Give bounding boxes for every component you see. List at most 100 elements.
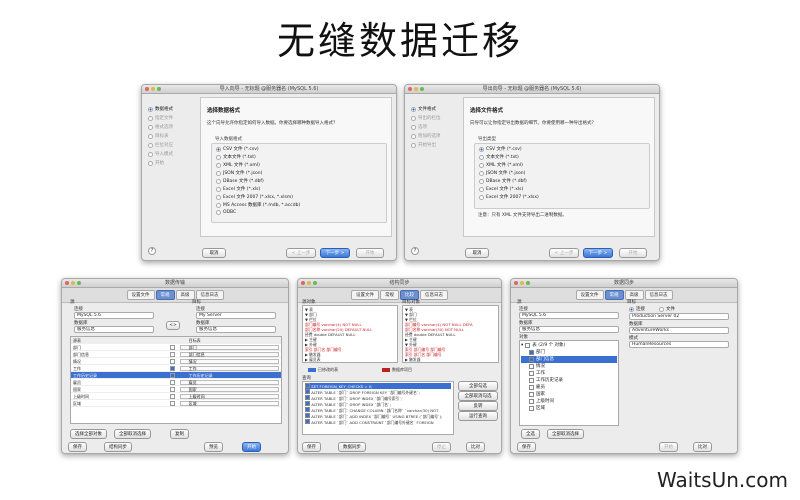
tab-log[interactable]: 信息日志 [644, 290, 673, 300]
table-row-selected[interactable]: 工作历史记录 工作历史记录 [71, 372, 281, 379]
checkbox-icon[interactable] [305, 407, 310, 412]
uncheck-all-button[interactable]: 全部取消勾选 [458, 391, 498, 401]
tab-log[interactable]: 信息日志 [420, 290, 448, 300]
source-structure-view[interactable]: ▼ 表 ▼ 部门 ▼ 栏位 部门编号 varchar(4) NOT NULL 部… [302, 305, 398, 363]
stop-button[interactable]: 停止 [432, 442, 451, 452]
chevron-down-icon[interactable]: ▾ [521, 342, 523, 349]
target-database-select[interactable]: 服务信息 [196, 326, 276, 333]
target-connection-select[interactable]: My Server [196, 312, 276, 319]
target-schema-select[interactable]: HumanResources [629, 341, 729, 348]
source-connection-select[interactable]: MySQL 5.6 [519, 312, 619, 319]
tree-item[interactable]: 区域 [521, 405, 617, 412]
checkbox-icon[interactable] [529, 350, 534, 355]
format-option[interactable]: ODBC [216, 210, 236, 215]
tree-item-selected[interactable]: 部门信息 [521, 356, 617, 363]
save-button[interactable]: 保存 [302, 442, 321, 452]
format-option[interactable]: Excel 文件 2007 (*.xlsx) [479, 194, 539, 200]
checkbox-icon[interactable] [169, 394, 175, 399]
run-query-button[interactable]: 运行查询 [458, 411, 498, 421]
back-button[interactable]: < 上一步 [286, 248, 316, 258]
data-sync-button[interactable]: 数据同步 [338, 442, 366, 452]
tab-general[interactable]: 常规 [380, 290, 399, 300]
save-button[interactable]: 保存 [517, 442, 536, 452]
format-option[interactable]: Excel 文件 (*.xls) [216, 186, 260, 192]
tree-item[interactable]: 上级时间 [521, 398, 617, 405]
tree-item[interactable]: 工作历史记录 [521, 377, 617, 384]
query-list[interactable]: SET FOREIGN_KEY_CHECKS = 0; ALTER TABLE … [302, 381, 454, 435]
target-option-connection[interactable]: 连接 [629, 306, 645, 312]
window-controls[interactable] [65, 281, 81, 285]
deselect-all-button[interactable]: 全部取消选择 [114, 429, 151, 439]
checkbox-icon[interactable] [169, 345, 175, 350]
start-button[interactable]: 开始 [619, 248, 647, 258]
back-button[interactable]: < 上一步 [549, 248, 579, 258]
checkbox-icon[interactable] [529, 357, 534, 362]
tree-item[interactable]: 部门 [521, 349, 617, 356]
format-option[interactable]: JSON 文件 (*.json) [479, 170, 525, 176]
structure-sync-button[interactable]: 结构同步 [104, 442, 132, 452]
checkbox-icon[interactable] [169, 359, 175, 364]
copy-button[interactable]: 复制 [170, 429, 189, 439]
table-row[interactable]: 部门 部门 [71, 344, 281, 351]
format-option[interactable]: XML 文件 (*.xml) [479, 162, 523, 168]
table-row[interactable]: 雇员 雇员 [71, 379, 281, 386]
target-structure-view[interactable]: ▼ 表 ▼ 部门 ▼ 栏位 部门编号 varchar(4) NOT NULL D… [402, 305, 499, 363]
next-button[interactable]: 下一步 > [583, 248, 613, 258]
tab-profile[interactable]: 设置文件 [575, 290, 604, 300]
tree-item[interactable]: 雇员 [521, 384, 617, 391]
invert-button[interactable]: 反转 [458, 401, 498, 411]
checkbox-icon[interactable] [529, 406, 534, 411]
window-controls[interactable] [301, 281, 317, 285]
tab-general[interactable]: 常规 [155, 290, 175, 300]
cancel-button[interactable]: 取消 [465, 248, 489, 258]
source-connection-select[interactable]: MySQL 5.6 [74, 312, 154, 319]
table-row[interactable]: 部门信息 部门信息 [71, 351, 281, 358]
source-database-select[interactable]: 服务信息 [74, 326, 154, 333]
start-button[interactable]: 开始 [242, 442, 261, 452]
start-button[interactable]: 开始 [356, 248, 384, 258]
checkbox-icon[interactable] [305, 401, 310, 406]
preview-button[interactable]: 预览 [204, 442, 223, 452]
swap-button[interactable]: <> [166, 321, 180, 330]
checkbox-icon[interactable] [529, 378, 534, 383]
target-database-select[interactable]: AdventureWorks [629, 327, 729, 334]
checkbox-icon[interactable] [305, 395, 310, 400]
window-controls[interactable] [145, 87, 161, 91]
cancel-button[interactable]: 取消 [202, 248, 226, 258]
target-connection-select[interactable]: Production Server 02 [629, 313, 729, 320]
next-button[interactable]: 下一步 > [320, 248, 350, 258]
checkbox-icon[interactable] [169, 352, 175, 357]
format-option[interactable]: CSV 文件 (*.csv) [216, 146, 259, 152]
table-row[interactable]: 国家 国家 [71, 386, 281, 393]
checkbox-icon[interactable] [169, 387, 175, 392]
tab-general[interactable]: 常规 [604, 290, 624, 300]
source-database-select[interactable]: 服务信息 [519, 326, 619, 333]
checkbox-icon[interactable] [525, 343, 531, 348]
checkbox-icon[interactable] [169, 380, 175, 385]
start-button[interactable]: 开始 [659, 442, 678, 452]
check-all-button[interactable]: 全部勾选 [458, 381, 498, 391]
format-option[interactable]: XML 文件 (*.xml) [216, 162, 260, 168]
table-row[interactable]: 上级时间 上级时间 [71, 393, 281, 400]
checkbox-icon[interactable] [169, 401, 175, 406]
format-option[interactable]: MS Access 数据库 (*.mdb, *.accdb) [216, 202, 300, 208]
checkbox-icon[interactable] [305, 419, 310, 424]
format-option[interactable]: Excel 文件 (*.xls) [479, 186, 523, 192]
format-option[interactable]: DBase 文件 (*.dbf) [479, 178, 527, 184]
help-button[interactable]: ? [148, 247, 156, 255]
format-option[interactable]: DBase 文件 (*.dbf) [216, 178, 264, 184]
tree-root[interactable]: ▾ 表 (2/9 个 对象) [521, 342, 617, 349]
checkbox-icon[interactable] [529, 385, 534, 390]
target-option-file[interactable]: 文件 [659, 306, 675, 312]
compare-button[interactable]: 比对 [466, 442, 485, 452]
format-option[interactable]: 文本文件 (*.txt) [216, 154, 256, 160]
checkbox-icon[interactable] [529, 364, 534, 369]
tree-item[interactable]: 国家 [521, 391, 617, 398]
checkbox-icon[interactable] [529, 392, 534, 397]
table-row[interactable]: 区域 区域 [71, 400, 281, 407]
table-row[interactable]: 情况 情况 [71, 358, 281, 365]
window-controls[interactable] [514, 281, 530, 285]
tree-item[interactable]: 情况 [521, 363, 617, 370]
table-row[interactable]: 工作 工作 [71, 365, 281, 372]
format-option[interactable]: CSV 文件 (*.csv) [479, 146, 522, 152]
